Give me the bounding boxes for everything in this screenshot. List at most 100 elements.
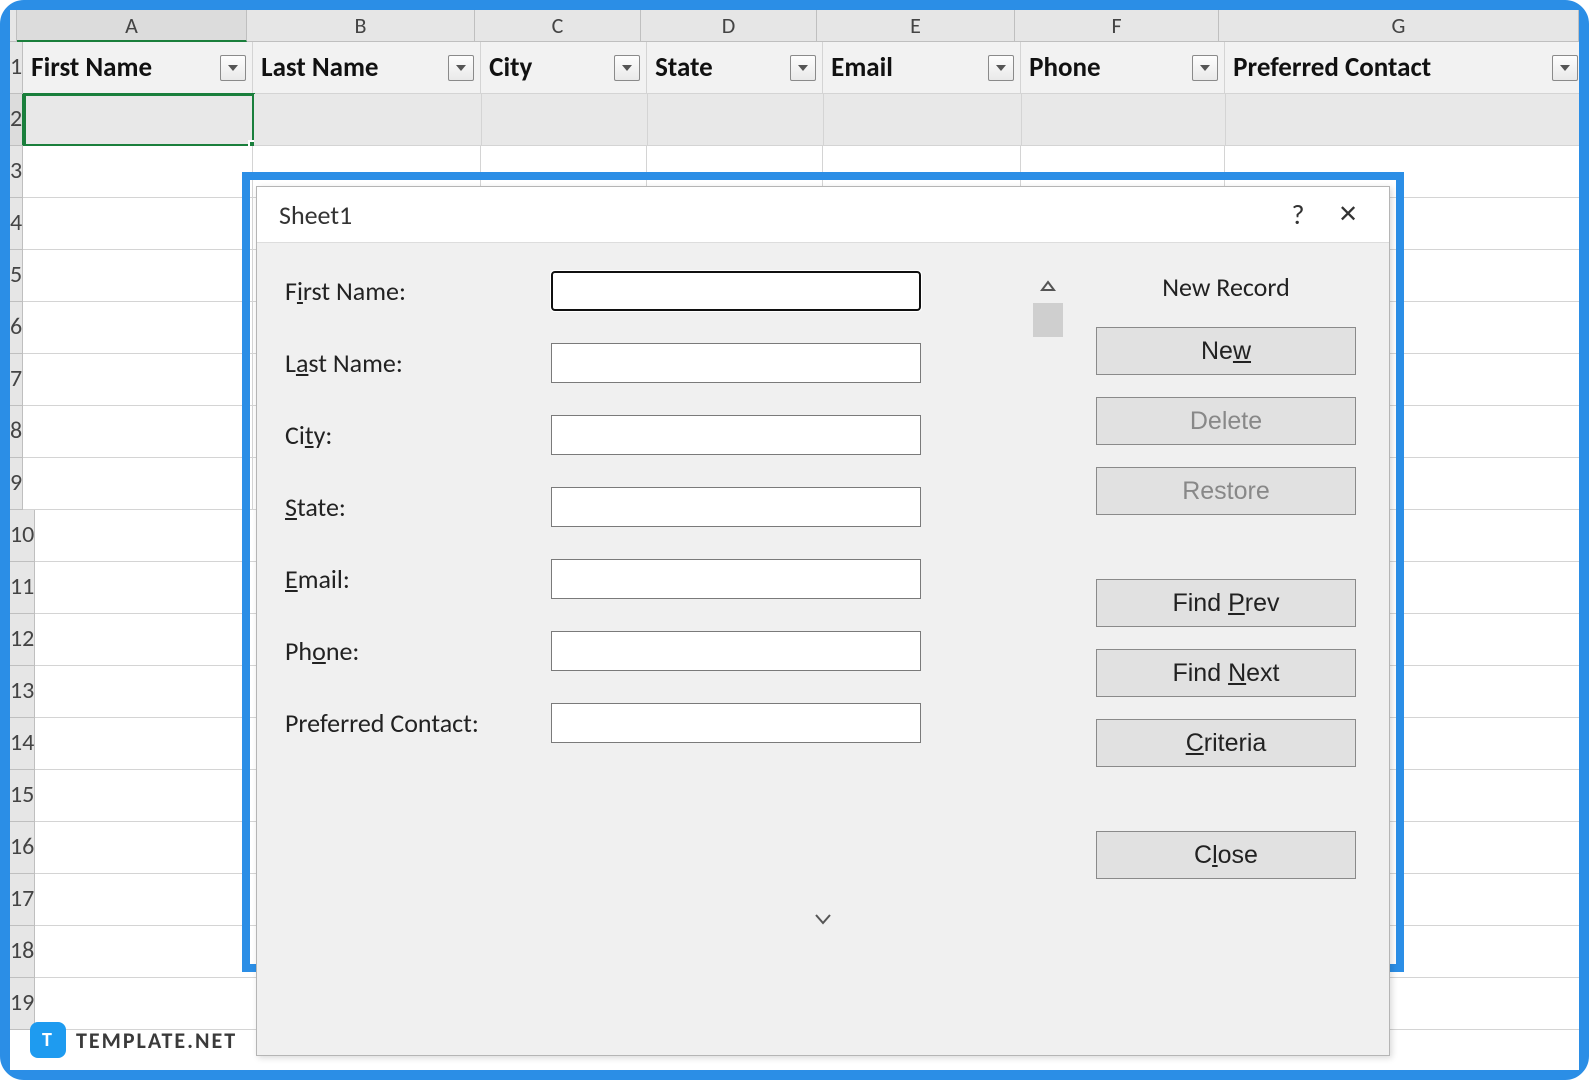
find-prev-button[interactable]: Find Prev: [1096, 579, 1356, 627]
field-input-lastname[interactable]: [551, 343, 921, 383]
cell-A13[interactable]: [35, 666, 265, 718]
new-button[interactable]: New: [1096, 327, 1356, 375]
row-number-11[interactable]: 11: [10, 562, 35, 614]
cell-A14[interactable]: [35, 718, 265, 770]
cell-C1[interactable]: City: [481, 42, 647, 94]
close-button[interactable]: Close: [1096, 831, 1356, 879]
select-all-corner[interactable]: [10, 10, 17, 42]
filter-dropdown-icon[interactable]: [220, 55, 246, 81]
column-letter-F[interactable]: F: [1015, 10, 1219, 42]
row-number-2[interactable]: 2: [10, 94, 24, 146]
row-number-15[interactable]: 15: [10, 770, 35, 822]
row-number-12[interactable]: 12: [10, 614, 35, 666]
header-label: State: [655, 51, 713, 84]
field-label: City:: [285, 419, 535, 451]
restore-button[interactable]: Restore: [1096, 467, 1356, 515]
field-input-email[interactable]: [551, 559, 921, 599]
column-letter-G[interactable]: G: [1219, 10, 1579, 42]
row-number-4[interactable]: 4: [10, 198, 23, 250]
chevron-down-icon: [813, 912, 833, 926]
field-label: First Name:: [285, 275, 535, 307]
row-number-14[interactable]: 14: [10, 718, 35, 770]
row-number-13[interactable]: 13: [10, 666, 35, 718]
row-number-17[interactable]: 17: [10, 874, 35, 926]
column-letter-D[interactable]: D: [641, 10, 817, 42]
cell-A10[interactable]: [35, 510, 265, 562]
cell-F2[interactable]: [1022, 94, 1226, 146]
cell-A6[interactable]: [23, 302, 253, 354]
cell-A12[interactable]: [35, 614, 265, 666]
cell-A9[interactable]: [23, 458, 253, 510]
data-form-dialog: Sheet1 ? ✕ First Name:Last Name:City:Sta…: [256, 186, 1390, 1056]
cell-G2[interactable]: [1226, 94, 1579, 146]
find-next-button[interactable]: Find Next: [1096, 649, 1356, 697]
cell-A7[interactable]: [23, 354, 253, 406]
form-field-6: Preferred Contact:: [285, 703, 1005, 743]
field-input-city[interactable]: [551, 415, 921, 455]
field-input-preferredcontact[interactable]: [551, 703, 921, 743]
row-number-7[interactable]: 7: [10, 354, 23, 406]
row-2: 2: [10, 94, 1579, 146]
field-input-state[interactable]: [551, 487, 921, 527]
dialog-titlebar[interactable]: Sheet1 ? ✕: [257, 187, 1389, 243]
help-button[interactable]: ?: [1273, 195, 1323, 235]
scroll-thumb[interactable]: [1033, 303, 1063, 337]
cell-B1[interactable]: Last Name: [253, 42, 481, 94]
column-letter-A[interactable]: A: [17, 10, 247, 42]
dialog-scroll-down[interactable]: [257, 899, 1389, 939]
filter-dropdown-icon[interactable]: [1552, 55, 1578, 81]
row-number-18[interactable]: 18: [10, 926, 35, 978]
cell-A4[interactable]: [23, 198, 253, 250]
cell-A11[interactable]: [35, 562, 265, 614]
form-field-2: City:: [285, 415, 1005, 455]
filter-dropdown-icon[interactable]: [988, 55, 1014, 81]
column-letter-B[interactable]: B: [247, 10, 475, 42]
field-label: Last Name:: [285, 347, 535, 379]
cell-E2[interactable]: [824, 94, 1022, 146]
watermark-text: TEMPLATE.NET: [76, 1027, 237, 1054]
close-icon[interactable]: ✕: [1323, 195, 1373, 235]
cell-D1[interactable]: State: [647, 42, 823, 94]
record-scrollbar[interactable]: [1033, 271, 1063, 879]
row-number-16[interactable]: 16: [10, 822, 35, 874]
scroll-up-icon[interactable]: [1033, 271, 1063, 301]
header-label: Preferred Contact: [1233, 51, 1431, 84]
delete-button[interactable]: Delete: [1096, 397, 1356, 445]
cell-A18[interactable]: [35, 926, 265, 978]
row-number-3[interactable]: 3: [10, 146, 23, 198]
row-number-9[interactable]: 9: [10, 458, 23, 510]
field-input-firstname[interactable]: [551, 271, 921, 311]
cell-B2[interactable]: [254, 94, 482, 146]
column-letter-row: ABCDEFG: [10, 10, 1579, 42]
cell-A2[interactable]: [24, 94, 254, 146]
row-number-10[interactable]: 10: [10, 510, 35, 562]
filter-dropdown-icon[interactable]: [448, 55, 474, 81]
row-number-5[interactable]: 5: [10, 250, 23, 302]
field-label: Phone:: [285, 635, 535, 667]
criteria-button[interactable]: Criteria: [1096, 719, 1356, 767]
column-letter-C[interactable]: C: [475, 10, 641, 42]
row-number-6[interactable]: 6: [10, 302, 23, 354]
cell-C2[interactable]: [482, 94, 648, 146]
column-letter-E[interactable]: E: [817, 10, 1015, 42]
cell-A15[interactable]: [35, 770, 265, 822]
cell-A3[interactable]: [23, 146, 253, 198]
filter-dropdown-icon[interactable]: [790, 55, 816, 81]
row-number-1[interactable]: 1: [10, 42, 23, 94]
filter-dropdown-icon[interactable]: [1192, 55, 1218, 81]
cell-E1[interactable]: Email: [823, 42, 1021, 94]
cell-G1[interactable]: Preferred Contact: [1225, 42, 1579, 94]
field-input-phone[interactable]: [551, 631, 921, 671]
cell-A17[interactable]: [35, 874, 265, 926]
row-number-8[interactable]: 8: [10, 406, 23, 458]
cell-F1[interactable]: Phone: [1021, 42, 1225, 94]
cell-A8[interactable]: [23, 406, 253, 458]
filter-dropdown-icon[interactable]: [614, 55, 640, 81]
cell-A1[interactable]: First Name: [23, 42, 253, 94]
header-label: Phone: [1029, 51, 1100, 84]
cell-A16[interactable]: [35, 822, 265, 874]
field-label: Email:: [285, 563, 535, 595]
cell-D2[interactable]: [648, 94, 824, 146]
cell-A5[interactable]: [23, 250, 253, 302]
watermark: T TEMPLATE.NET: [30, 1022, 237, 1058]
